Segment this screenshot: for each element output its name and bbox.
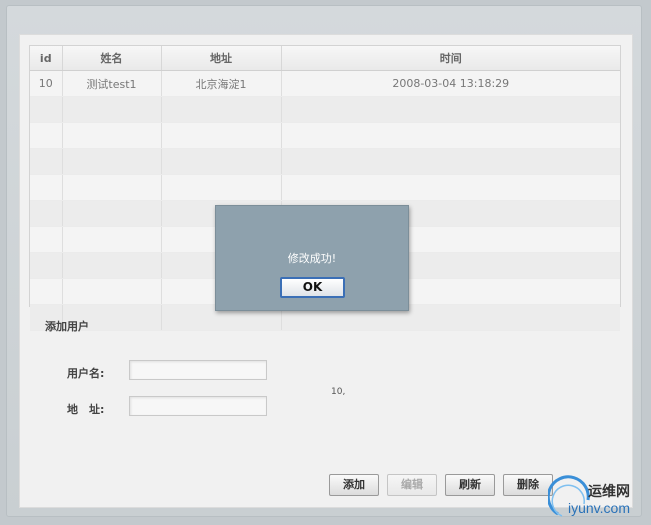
edit-button[interactable]: 编辑 (387, 474, 437, 496)
ok-button[interactable]: OK (280, 277, 345, 298)
column-header-time[interactable]: 时间 (281, 46, 620, 71)
delete-button[interactable]: 删除 (503, 474, 553, 496)
watermark-text-url: iyunv.com (568, 500, 630, 516)
username-input[interactable] (129, 360, 267, 380)
table-row[interactable]: 10 测试test1 北京海淀1 2008-03-04 13:18:29 (30, 70, 620, 97)
cell-address: 北京海淀1 (161, 70, 282, 97)
column-header-id[interactable]: id (30, 46, 63, 71)
address-label: 地 址: (67, 403, 105, 416)
table-row-empty[interactable] (30, 122, 620, 149)
cell-time: 2008-03-04 13:18:29 (281, 70, 620, 97)
add-button[interactable]: 添加 (329, 474, 379, 496)
username-label: 用户名: (67, 367, 105, 380)
table-row-empty[interactable] (30, 148, 620, 175)
table-row-empty[interactable] (30, 96, 620, 123)
status-text: 10, (331, 387, 346, 397)
column-header-name[interactable]: 姓名 (62, 46, 162, 71)
cell-id: 10 (30, 70, 63, 97)
watermark-text-cn: 运维网 (588, 484, 630, 500)
cell-name: 测试test1 (62, 70, 162, 97)
success-dialog: 修改成功! OK (215, 205, 409, 311)
refresh-button[interactable]: 刷新 (445, 474, 495, 496)
dialog-message: 修改成功! (287, 252, 337, 265)
add-user-title: 添加用户 (45, 320, 89, 333)
address-input[interactable] (129, 396, 267, 416)
table-row-empty[interactable] (30, 174, 620, 201)
column-header-address[interactable]: 地址 (161, 46, 282, 71)
